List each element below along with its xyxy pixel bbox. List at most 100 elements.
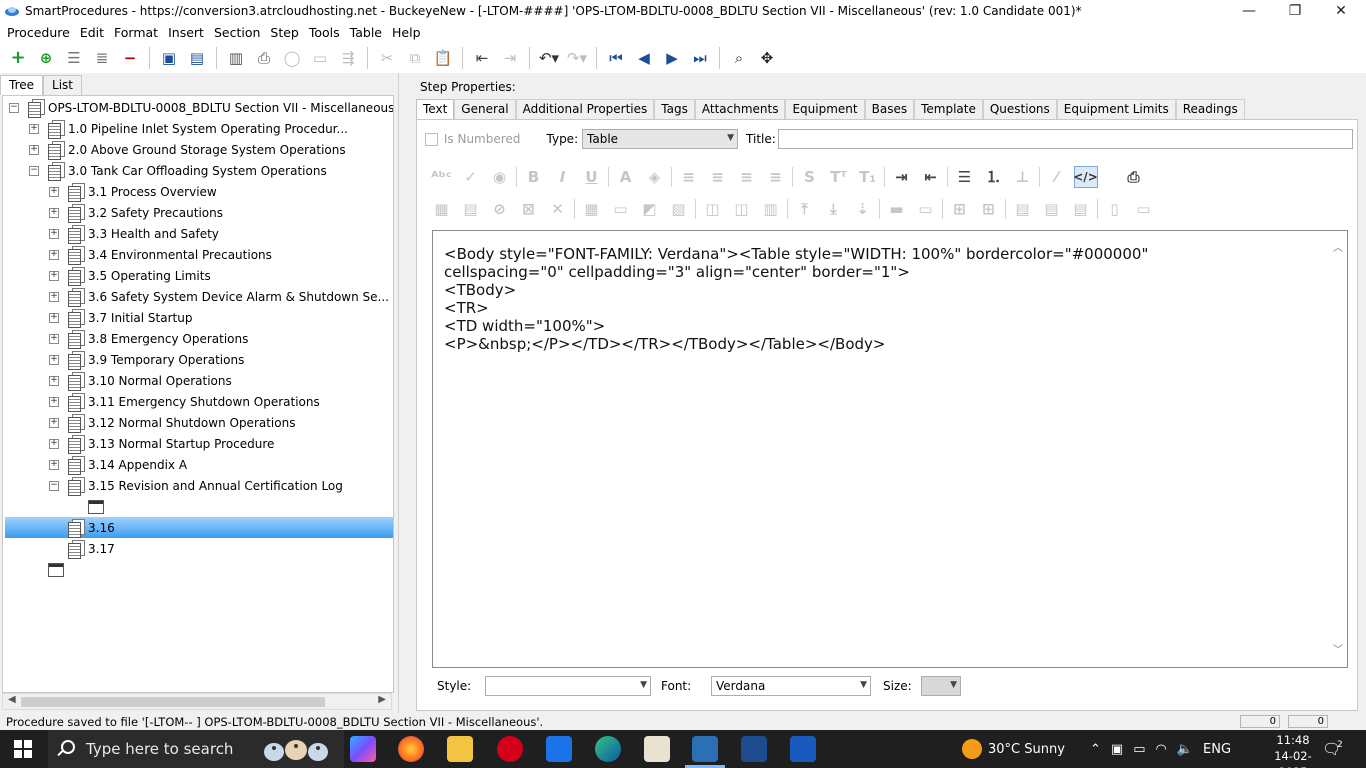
insert-row-above-icon[interactable]: ⤒: [793, 198, 817, 220]
clear-format-icon[interactable]: ⁄: [1045, 166, 1069, 188]
menu-procedure[interactable]: Procedure: [2, 25, 75, 40]
scroll-thumb[interactable]: [21, 697, 325, 707]
tab-bases[interactable]: Bases: [864, 99, 915, 119]
decrease-indent-icon[interactable]: ⇤: [919, 166, 943, 188]
remote-desktop-icon[interactable]: [741, 736, 767, 762]
bullet-list-icon[interactable]: ☰: [953, 166, 977, 188]
tree-subsection[interactable]: +3.4 Environmental Precautions: [49, 244, 272, 265]
next-icon[interactable]: ▶: [661, 47, 683, 69]
language-indicator[interactable]: ENG: [1203, 742, 1231, 757]
horizontal-rule-icon[interactable]: ⊥: [1011, 166, 1035, 188]
restore-button[interactable]: ❐: [1272, 0, 1318, 22]
insert-table-icon[interactable]: ▤: [459, 198, 483, 220]
publish-icon[interactable]: ⇶: [337, 47, 359, 69]
procedure-tree[interactable]: − OPS-LTOM-BDLTU-0008_BDLTU Section VII …: [2, 95, 394, 693]
menu-step[interactable]: Step: [265, 25, 303, 40]
outline-icon[interactable]: ☰: [63, 47, 85, 69]
tree-subsection[interactable]: +3.10 Normal Operations: [49, 370, 232, 391]
delete-table-icon[interactable]: ⊠: [517, 198, 541, 220]
tree-subsection[interactable]: +3.13 Normal Startup Procedure: [49, 433, 274, 454]
valign-bottom-icon[interactable]: ▤: [1069, 198, 1093, 220]
last-icon[interactable]: ⏭: [689, 47, 711, 69]
save-copy-icon[interactable]: ▣: [158, 47, 180, 69]
tab-general[interactable]: General: [454, 99, 516, 119]
align-right-icon[interactable]: ≡: [735, 166, 759, 188]
scroll-right-icon[interactable]: ▶: [378, 694, 386, 705]
editor-vertical-scrollbar[interactable]: ︿ ﹀: [1333, 239, 1345, 659]
delete-column-icon[interactable]: ▥: [759, 198, 783, 220]
valign-middle-icon[interactable]: ▤: [1040, 198, 1064, 220]
expand-icon[interactable]: +: [49, 291, 59, 302]
expand-icon[interactable]: +: [49, 438, 59, 449]
menu-insert[interactable]: Insert: [163, 25, 209, 40]
html-source-toggle-icon[interactable]: </>: [1073, 166, 1098, 188]
superscript-icon[interactable]: Tᵀ: [827, 166, 851, 188]
mail-icon[interactable]: [546, 736, 572, 762]
tree-subsection[interactable]: +3.7 Initial Startup: [49, 307, 192, 328]
expand-icon[interactable]: +: [49, 396, 59, 407]
expand-icon[interactable]: +: [49, 249, 59, 260]
clock[interactable]: 11:48 14-02-2025: [1266, 732, 1320, 768]
indent-icon[interactable]: ⇤: [471, 47, 493, 69]
type-select[interactable]: Table ▼: [582, 129, 739, 149]
border-icon[interactable]: ▨: [667, 198, 691, 220]
save-icon[interactable]: ▤: [186, 47, 208, 69]
cell-color-icon[interactable]: ◩: [638, 198, 662, 220]
tree-subsection[interactable]: +3.2 Safety Precautions: [49, 202, 223, 223]
tab-attachments[interactable]: Attachments: [694, 99, 786, 119]
tree-section[interactable]: + 1.0 Pipeline Inlet System Operating Pr…: [29, 118, 348, 139]
underline-icon[interactable]: U: [580, 166, 604, 188]
refresh-icon[interactable]: ◯: [281, 47, 303, 69]
export-icon[interactable]: ▭: [309, 47, 331, 69]
tab-additional-properties[interactable]: Additional Properties: [515, 99, 655, 119]
tree-horizontal-scrollbar[interactable]: ◀ ▶: [2, 693, 392, 710]
print-icon[interactable]: ⎙: [253, 47, 275, 69]
merge-cells-icon[interactable]: ▬: [885, 198, 909, 220]
collapse-icon[interactable]: −: [9, 102, 19, 113]
insert-field-icon[interactable]: ▯: [1103, 198, 1127, 220]
delete-row-icon[interactable]: ⇣: [851, 198, 875, 220]
chevron-up-icon[interactable]: ⌃: [1090, 742, 1101, 757]
expand-icon[interactable]: +: [29, 144, 39, 155]
source-code[interactable]: <Body style="FONT-FAMILY: Verdana"><Tabl…: [444, 245, 1324, 353]
tree-subsection[interactable]: +3.8 Emergency Operations: [49, 328, 248, 349]
spellcheck-icon[interactable]: ᴬᵇᶜ: [430, 166, 454, 188]
tree-subsection[interactable]: +3.11 Emergency Shutdown Operations: [49, 391, 320, 412]
print-preview-icon[interactable]: ▥: [225, 47, 247, 69]
menu-section[interactable]: Section: [209, 25, 265, 40]
expand-icon[interactable]: +: [49, 270, 59, 281]
word-icon[interactable]: [790, 736, 816, 762]
previous-icon[interactable]: ◀: [633, 47, 655, 69]
windows-start-icon[interactable]: [14, 740, 32, 758]
expand-icon[interactable]: +: [49, 186, 59, 197]
justify-icon[interactable]: ≡: [764, 166, 788, 188]
close-button[interactable]: ✕: [1318, 0, 1364, 22]
tab-text[interactable]: Text: [416, 99, 455, 119]
redo-icon[interactable]: ↷▾: [566, 47, 588, 69]
tab-list[interactable]: List: [43, 75, 82, 95]
align-left-icon[interactable]: ≡: [677, 166, 701, 188]
numbered-list-icon[interactable]: ⒈: [982, 166, 1006, 188]
wifi-icon[interactable]: ◠: [1156, 742, 1167, 757]
font-select[interactable]: Verdana ▼: [711, 676, 871, 696]
expand-icon[interactable]: +: [49, 417, 59, 428]
strikethrough-icon[interactable]: S: [798, 166, 822, 188]
expand-icon[interactable]: +: [29, 123, 39, 134]
tree-subsection[interactable]: +3.14 Appendix A: [49, 454, 187, 475]
style-select[interactable]: ▼: [485, 676, 651, 696]
weather-widget[interactable]: 30°C Sunny: [962, 730, 1065, 768]
collapse-icon[interactable]: −: [49, 480, 59, 491]
tree-subsection[interactable]: +3.6 Safety System Device Alarm & Shutdo…: [49, 286, 389, 307]
is-numbered-checkbox[interactable]: [425, 132, 438, 146]
spellcheck-options-icon[interactable]: ✓: [459, 166, 483, 188]
table-properties-icon[interactable]: ⊘: [488, 198, 512, 220]
highlight-icon[interactable]: ◉: [488, 166, 512, 188]
tree-leaf[interactable]: 3.17: [68, 538, 115, 559]
insert-column-right-icon[interactable]: ◫: [730, 198, 754, 220]
menu-format[interactable]: Format: [109, 25, 163, 40]
tree-subsection[interactable]: +3.9 Temporary Operations: [49, 349, 244, 370]
menu-table[interactable]: Table: [345, 25, 387, 40]
tree-step-selected[interactable]: [88, 496, 108, 517]
tree-section[interactable]: − 3.0 Tank Car Offloading System Operati…: [29, 160, 327, 181]
insert-image-icon[interactable]: ▦: [430, 198, 454, 220]
